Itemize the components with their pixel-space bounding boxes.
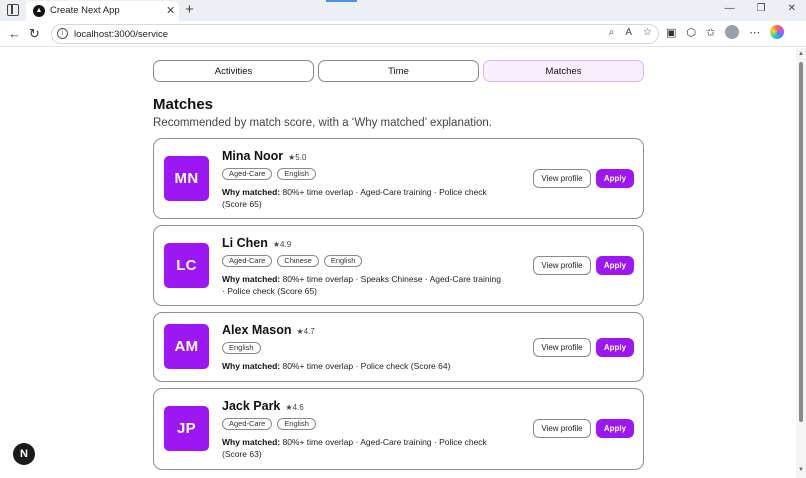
avatar: LC [164, 243, 209, 288]
tag-list: Aged-Care Chinese English [222, 255, 363, 267]
page-content: Activities Time Matches Matches Recommen… [0, 48, 806, 478]
address-bar-icons: ⌕ A ☆ [609, 27, 652, 38]
segment-time[interactable]: Time [318, 60, 479, 82]
view-profile-button[interactable]: View profile [533, 338, 591, 357]
profile-avatar-icon[interactable] [725, 25, 740, 39]
segment-matches[interactable]: Matches [483, 60, 644, 82]
why-matched: Why matched: 80%+ time overlap · Police … [222, 361, 502, 373]
match-name: Alex Mason [222, 323, 292, 337]
match-card: JP Jack Park ★4.6 Aged-Care English Why … [153, 388, 644, 470]
tag-list: English [222, 342, 261, 354]
why-label: Why matched: [222, 274, 281, 284]
favicon-icon: ▲ [33, 5, 45, 17]
name-row: Mina Noor ★5.0 [222, 149, 306, 163]
page-title: Matches [153, 96, 214, 113]
segment-activities[interactable]: Activities [153, 60, 314, 82]
nextjs-dev-badge-icon[interactable]: N [13, 443, 35, 465]
match-rating: ★5.0 [288, 153, 307, 162]
tab-title: Create Next App [50, 5, 120, 16]
apply-button[interactable]: Apply [596, 338, 634, 357]
segmented-control: Activities Time Matches [153, 60, 644, 82]
close-tab-icon[interactable]: ✕ [166, 4, 175, 17]
restore-icon[interactable]: ❐ [757, 3, 766, 14]
toolbar-icons: ▣ ⬡ ✩ ⋯ [666, 25, 785, 39]
copilot-icon[interactable] [770, 25, 785, 39]
minimize-icon[interactable]: — [725, 3, 735, 14]
avatar: MN [164, 156, 209, 201]
browser-tabstrip: ▲ Create Next App ✕ + — ❐ ✕ [0, 0, 806, 21]
page-subtitle: Recommended by match score, with a ‘Why … [153, 117, 492, 129]
avatar: JP [164, 406, 209, 451]
view-profile-button[interactable]: View profile [533, 256, 591, 275]
view-profile-button[interactable]: View profile [533, 419, 591, 438]
close-window-icon[interactable]: ✕ [788, 3, 796, 14]
scroll-thumb[interactable] [799, 62, 803, 422]
match-name: Jack Park [222, 399, 281, 413]
why-matched: Why matched: 80%+ time overlap · Aged-Ca… [222, 437, 502, 460]
tag: Chinese [277, 255, 319, 267]
address-bar[interactable]: i localhost:3000/service ⌕ A ☆ [51, 24, 659, 44]
browser-tab[interactable]: ▲ Create Next App ✕ [26, 1, 179, 21]
tag: Aged-Care [222, 418, 273, 430]
match-name: Mina Noor [222, 149, 284, 163]
site-info-icon[interactable]: i [57, 28, 68, 39]
favorite-star-icon[interactable]: ☆ [643, 27, 652, 38]
tag-list: Aged-Care English [222, 168, 316, 180]
browser-toolbar: ← ↻ i localhost:3000/service ⌕ A ☆ ▣ ⬡ ✩… [0, 21, 806, 47]
tab-actions-icon[interactable]: ▣ [666, 26, 676, 39]
tag: English [222, 342, 261, 354]
zoom-icon[interactable]: ⌕ [609, 27, 615, 38]
favorites-icon[interactable]: ✩ [706, 26, 715, 39]
page-scrollbar[interactable]: ▲ ▼ [796, 48, 806, 478]
apply-button[interactable]: Apply [596, 419, 634, 438]
match-rating: ★4.6 [285, 403, 304, 412]
more-menu-icon[interactable]: ⋯ [749, 26, 760, 39]
name-row: Alex Mason ★4.7 [222, 323, 315, 337]
back-icon[interactable]: ← [8, 26, 21, 41]
match-card: MN Mina Noor ★5.0 Aged-Care English Why … [153, 138, 644, 219]
read-aloud-icon[interactable]: A [625, 27, 632, 38]
name-row: Li Chen ★4.9 [222, 236, 291, 250]
match-rating: ★4.9 [272, 240, 292, 249]
apply-button[interactable]: Apply [596, 169, 634, 188]
scroll-down-arrow-icon[interactable]: ▼ [798, 467, 804, 473]
why-text: 80%+ time overlap · Police check (Score … [282, 361, 451, 371]
why-matched: Why matched: 80%+ time overlap · Aged-Ca… [222, 187, 502, 210]
avatar: AM [164, 324, 209, 369]
tag-list: Aged-Care English [222, 418, 316, 430]
window-menu-icon[interactable] [7, 4, 19, 16]
match-card: AM Alex Mason ★4.7 English Why matched: … [153, 312, 644, 382]
tag: Aged-Care [222, 255, 273, 267]
why-label: Why matched: [222, 361, 281, 371]
tag: English [323, 255, 363, 267]
refresh-icon[interactable]: ↻ [29, 26, 40, 42]
match-card: LC Li Chen ★4.9 Aged-Care Chinese Englis… [153, 225, 644, 306]
name-row: Jack Park ★4.6 [222, 399, 304, 413]
window-controls: — ❐ ✕ [725, 3, 796, 14]
address-url[interactable]: localhost:3000/service [74, 29, 168, 40]
new-tab-icon[interactable]: + [185, 1, 194, 18]
view-profile-button[interactable]: View profile [533, 169, 591, 188]
why-matched: Why matched: 80%+ time overlap · Speaks … [222, 274, 502, 297]
scroll-up-arrow-icon[interactable]: ▲ [798, 51, 804, 57]
tag: English [277, 168, 316, 180]
tag: English [277, 418, 316, 430]
match-name: Li Chen [222, 236, 268, 250]
why-label: Why matched: [222, 187, 281, 197]
match-rating: ★4.7 [296, 327, 315, 336]
apply-button[interactable]: Apply [596, 256, 634, 275]
extensions-icon[interactable]: ⬡ [686, 26, 696, 39]
accent-line [326, 0, 357, 2]
why-label: Why matched: [222, 437, 281, 447]
tag: Aged-Care [222, 168, 273, 180]
